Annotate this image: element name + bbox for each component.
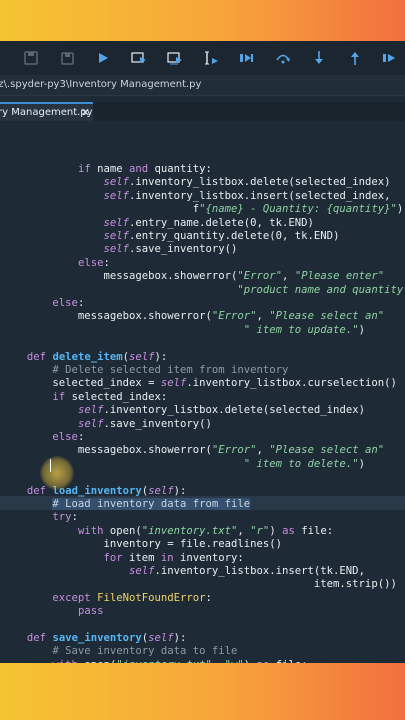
debug-icon[interactable] [238,49,256,67]
code-line: self.inventory_listbox.insert(selected_i… [103,189,391,202]
code-line: self.inventory_listbox.insert(tk.END, [128,565,365,577]
close-icon[interactable]: ✕ [81,104,90,121]
code-line: # Delete selected item from inventory [52,364,289,376]
step-out-icon[interactable] [346,49,364,67]
mouse-cursor-highlight [40,456,74,490]
code-line: with open("inventory.txt", "r") as file: [77,524,334,537]
code-line: self.inventory_listbox.delete(selected_i… [77,404,365,417]
code-line: except FileNotFoundError: [52,591,212,604]
save-all-icon[interactable] [58,49,76,67]
code-line: self.save_inventory() [77,417,212,430]
code-line: self.entry_name.delete(0, tk.END) [103,216,314,229]
spyder-window: nz\.spyder-py3\Inventory Management.py t… [0,41,405,663]
code-line: self.entry_quantity.delete(0, tk.END) [103,230,340,242]
run-cell-advance-icon[interactable] [166,49,184,67]
code-line: else: [52,431,85,443]
toolbar [0,41,405,75]
code-line: messagebox.showerror("Error", "Please en… [1,270,385,283]
editor-tab-bar: tory Management.py ✕ [0,102,405,122]
tab-label: tory Management.py [0,107,93,118]
code-line: else: [77,256,110,269]
code-line: try: [52,511,78,524]
code-line: def delete_item(self): [26,350,168,363]
code-line: self.inventory_listbox.delete(selected_i… [103,176,391,189]
code-line: "product name and quantity.") [237,283,405,296]
code-line: else: [52,297,85,309]
tab-inventory-management[interactable]: tory Management.py ✕ [0,102,93,121]
code-line: " item to update.") [243,323,365,336]
continue-icon[interactable] [380,49,398,67]
code-line: selected_index = self.inventory_listbox.… [1,377,397,390]
step-over-icon[interactable] [274,49,292,67]
code-line: f"{name} - Quantity: {quantity}") [1,203,404,216]
code-line: with open("inventory.txt", "w") as file: [1,659,307,663]
code-line: self.save_inventory() [103,243,238,256]
code-line: def save_inventory(self): [26,632,187,644]
run-icon[interactable] [94,49,112,67]
code-line: inventory = file.readlines() [1,538,283,551]
file-path-bar: nz\.spyder-py3\Inventory Management.py [0,75,405,96]
run-selection-icon[interactable] [202,49,220,67]
run-cell-icon[interactable] [130,49,148,67]
code-line: for item in inventory: [103,551,244,564]
file-path: nz\.spyder-py3\Inventory Management.py [0,79,202,90]
code-line: # Load inventory data from file [52,498,251,510]
text-caret [50,459,51,472]
step-into-icon[interactable] [310,49,328,67]
code-line: item.strip()) [1,578,397,591]
code-line: def load_inventory(self): [26,484,187,497]
code-line: if name and quantity: [77,163,212,175]
code-line: if selected_index: [52,390,168,403]
code-line: messagebox.showerror("Error", "Please se… [1,310,385,323]
code-line: pass [77,605,104,618]
code-editor[interactable]: if name and quantity: self.inventory_lis… [0,121,405,663]
code-line: # Save inventory data to file [52,645,238,658]
save-icon[interactable] [22,49,40,67]
